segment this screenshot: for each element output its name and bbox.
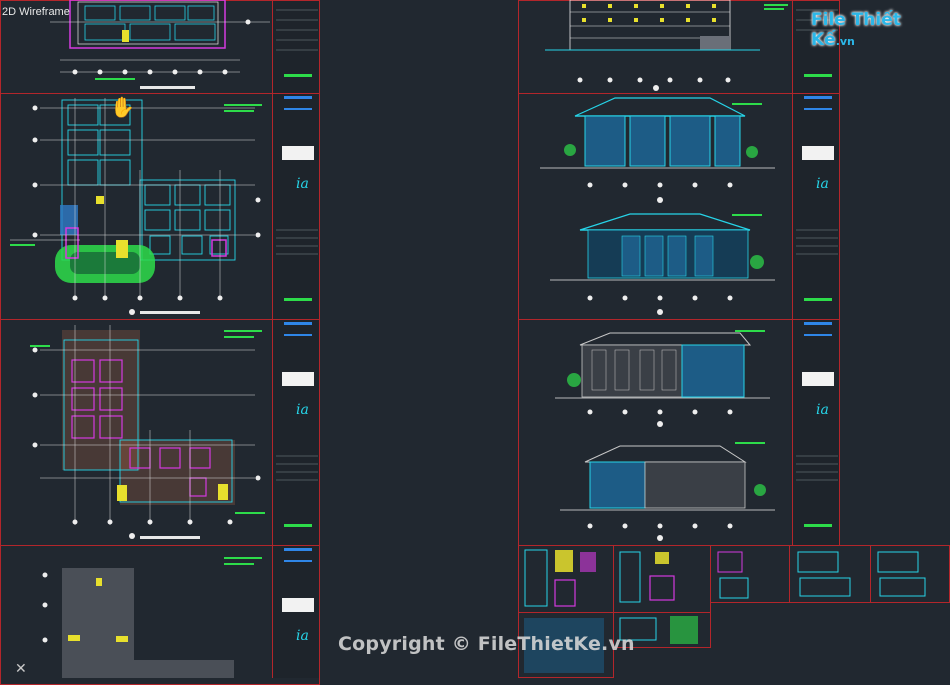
section-drawing	[545, 0, 788, 91]
svg-text:ia: ia	[816, 176, 829, 192]
brand-logo-suffix: .vn	[835, 35, 855, 48]
svg-text:ia: ia	[816, 402, 829, 418]
floorplan-2-drawing	[10, 98, 262, 315]
hand-pan-icon: ✋	[110, 95, 135, 119]
viewport-label[interactable]: 2D Wireframe	[2, 6, 70, 18]
title-block-details: ia ia ia ia ia	[276, 9, 838, 644]
copyright-watermark: Copyright © FileThietKe.vn	[338, 633, 635, 655]
roof-plan-drawing	[42, 557, 262, 678]
svg-text:ia: ia	[296, 402, 309, 418]
floorplan-1-drawing	[50, 0, 270, 89]
elevation-1-drawing	[540, 97, 775, 315]
ucs-cross-icon: ✕	[15, 661, 27, 677]
elevation-2-drawing	[555, 330, 775, 541]
svg-text:ia: ia	[296, 176, 309, 192]
brand-logo: File Thiết Kế.vn	[811, 10, 923, 50]
svg-text:ia: ia	[296, 628, 309, 644]
cad-drawing-canvas[interactable]: ia ia ia ia ia	[0, 0, 950, 678]
floorplan-3-drawing	[30, 325, 265, 539]
